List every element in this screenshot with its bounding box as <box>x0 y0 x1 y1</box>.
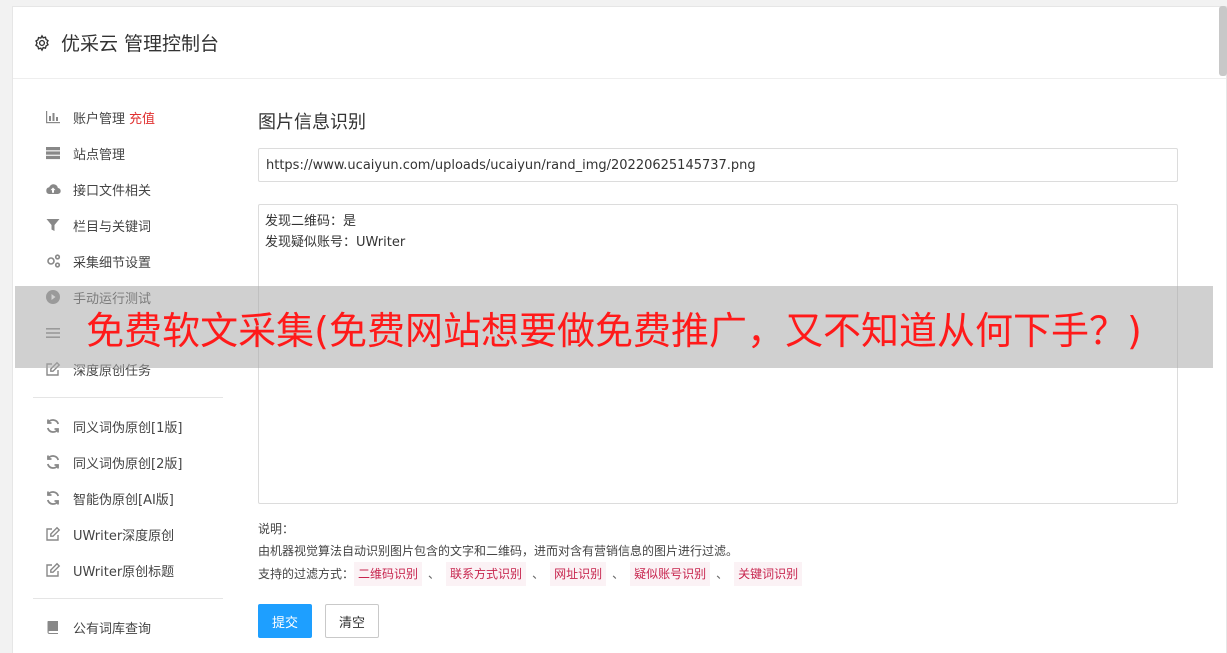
sidebar-item-group1-0[interactable]: 账户管理 充值 <box>33 99 223 135</box>
sidebar-item-label: 智能伪原创[AI版] <box>73 492 174 508</box>
sidebar-item-label: 采集细节设置 <box>73 255 152 271</box>
filter-label: 支持的过滤方式： <box>258 567 355 581</box>
sidebar-item-label: 接口文件相关 <box>73 183 152 199</box>
tag-separator: 、 <box>612 567 625 581</box>
sidebar-item-group1-1[interactable]: 站点管理 <box>33 135 223 171</box>
sidebar-item-group2-1[interactable]: 同义词伪原创[2版] <box>33 444 223 480</box>
filter-tag: 联系方式识别 <box>446 562 527 586</box>
submit-button[interactable]: 提交 <box>258 604 312 638</box>
image-url-input[interactable] <box>258 148 1178 182</box>
edit-icon <box>44 526 62 542</box>
refresh-icon <box>44 490 62 506</box>
sidebar-item-label: UWriter深度原创 <box>73 528 175 544</box>
gears-icon <box>44 253 62 269</box>
main-content: 图片信息识别 说明： 由机器视觉算法自动识别图片包含的文字和二维码，进而对含有营… <box>258 99 1178 638</box>
sidebar-item-group1-2[interactable]: 接口文件相关 <box>33 171 223 207</box>
tag-separator: 、 <box>428 567 441 581</box>
book-icon <box>44 619 62 635</box>
sidebar-item-group2-3[interactable]: UWriter深度原创 <box>33 516 223 552</box>
gear-icon <box>35 34 49 52</box>
tag-separator: 、 <box>532 567 545 581</box>
sidebar-item-label: 站点管理 <box>73 147 126 163</box>
sidebar-item-label: 同义词伪原创[1版] <box>73 420 183 436</box>
server-icon <box>44 145 62 161</box>
filter-icon <box>44 217 62 233</box>
scrollbar[interactable] <box>1219 6 1227 76</box>
edit-icon <box>44 562 62 578</box>
sidebar-item-group2-2[interactable]: 智能伪原创[AI版] <box>33 480 223 516</box>
tag-separator: 、 <box>716 567 729 581</box>
desc-heading: 说明： <box>258 522 295 536</box>
sidebar-item-group1-4[interactable]: 采集细节设置 <box>33 243 223 279</box>
bar-chart-icon <box>44 109 62 125</box>
sidebar-item-group1-3[interactable]: 栏目与关键词 <box>33 207 223 243</box>
sidebar-divider <box>33 598 223 599</box>
header: 优采云 管理控制台 <box>13 7 1226 79</box>
filter-tags: 支持的过滤方式： 二维码识别、联系方式识别、网址识别、疑似账号识别、关键词识别 <box>258 562 1178 586</box>
watermark-text: 免费软文采集(免费网站想要做免费推广，又不知道从何下手？) <box>86 308 1142 353</box>
sidebar: 账户管理充值站点管理接口文件相关栏目与关键词采集细节设置手动运行测试深度原创任务… <box>33 99 223 645</box>
recharge-link[interactable]: 充值 <box>129 108 155 127</box>
filter-tag: 网址识别 <box>550 562 607 586</box>
sidebar-item-label: UWriter原创标题 <box>73 564 175 580</box>
filter-tag: 关键词识别 <box>734 562 803 586</box>
watermark-banner: 免费软文采集(免费网站想要做免费推广，又不知道从何下手？) <box>15 286 1213 368</box>
action-buttons: 提交 清空 <box>258 604 1178 638</box>
section-title: 图片信息识别 <box>258 112 366 133</box>
sidebar-item-group3-0[interactable]: 公有词库查询 <box>33 609 223 645</box>
filter-tag: 疑似账号识别 <box>630 562 711 586</box>
sidebar-divider <box>33 397 223 398</box>
sidebar-item-group2-0[interactable]: 同义词伪原创[1版] <box>33 408 223 444</box>
sidebar-item-group2-4[interactable]: UWriter原创标题 <box>33 552 223 588</box>
desc-line: 由机器视觉算法自动识别图片包含的文字和二维码，进而对含有营销信息的图片进行过滤。 <box>258 544 739 558</box>
clear-button[interactable]: 清空 <box>325 604 379 638</box>
refresh-icon <box>44 418 62 434</box>
cloud-upload-icon <box>44 181 62 197</box>
page-title: 优采云 管理控制台 <box>61 33 220 55</box>
sidebar-item-label: 栏目与关键词 <box>73 219 152 235</box>
filter-tag: 二维码识别 <box>354 562 423 586</box>
sidebar-item-label: 账户管理 <box>73 111 126 127</box>
sidebar-item-label: 公有词库查询 <box>73 621 152 637</box>
description: 说明： 由机器视觉算法自动识别图片包含的文字和二维码，进而对含有营销信息的图片进… <box>258 518 1178 586</box>
refresh-icon <box>44 454 62 470</box>
sidebar-item-label: 同义词伪原创[2版] <box>73 456 183 472</box>
